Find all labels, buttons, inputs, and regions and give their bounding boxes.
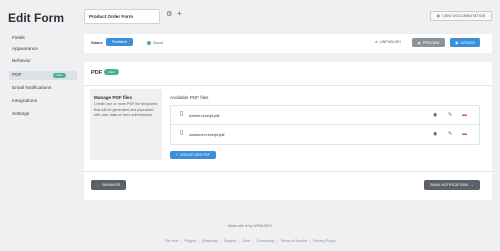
plus-icon[interactable]: +	[177, 10, 182, 18]
list-item: ▯ Admin-receipt.pdf ◉ ✎ ▬	[171, 106, 479, 125]
footer-link-privacy[interactable]: Privacy Policy	[313, 239, 335, 243]
book-icon: ▤	[436, 14, 441, 18]
saved-indicator: Saved	[147, 41, 163, 45]
sidebar-item-email-notifications[interactable]: Email Notifications	[12, 86, 51, 91]
preview-button[interactable]: ◉ PREVIEW	[412, 38, 445, 47]
manage-pdf-title: Manage PDF files	[94, 95, 133, 100]
plus-icon: +	[175, 153, 178, 157]
footer-link-roadmap[interactable]: Roadmap	[202, 239, 218, 243]
file-name: customer-receipt.pdf	[189, 132, 225, 137]
eye-icon[interactable]: ◉	[433, 112, 437, 118]
panel-divider	[84, 85, 492, 86]
sidebar-item-appearance[interactable]: Appearance	[12, 47, 38, 52]
footer-link-plugins[interactable]: Plugins	[184, 239, 196, 243]
footer-link-hub[interactable]: The Hub	[165, 239, 179, 243]
next-button[interactable]: EMAIL NOTIFICATIONS →	[424, 180, 480, 190]
sidebar-item-settings[interactable]: Settings	[12, 112, 29, 117]
view-documentation-label: VIEW DOCUMENTATION	[442, 14, 486, 18]
new-badge: New	[53, 73, 66, 78]
view-documentation-button[interactable]: ▤ VIEW DOCUMENTATION	[430, 11, 492, 21]
create-new-pdf-button[interactable]: + CREATE NEW PDF	[170, 151, 216, 159]
arrow-right-icon: →	[470, 183, 474, 187]
made-with-text: Made with ♥ by WPMUDEV	[227, 224, 273, 228]
unpublish-label: UNPUBLISH	[380, 40, 401, 44]
page-title: Edit Form	[8, 11, 64, 25]
back-button[interactable]: ← BEHAVIOR	[91, 180, 126, 190]
available-pdf-title: Available PDF files	[170, 95, 209, 100]
file-icon: ▯	[180, 111, 184, 117]
manage-pdf-description: Create one or more PDF file templates th…	[94, 102, 158, 118]
panel-footer-divider	[84, 171, 492, 172]
file-icon: ▯	[180, 130, 184, 136]
sidebar-item-integrations[interactable]: Integrations	[12, 99, 37, 104]
arrow-left-icon: ←	[96, 183, 101, 187]
eye-icon: ◉	[417, 40, 421, 45]
check-icon	[147, 41, 151, 45]
update-label: UPDATE	[460, 40, 475, 45]
status-dropdown[interactable]: Published	[106, 38, 133, 46]
form-name-field[interactable]: Product Order Form	[84, 9, 160, 24]
sidebar-item-pdf[interactable]: PDF	[12, 73, 22, 78]
next-label: EMAIL NOTIFICATIONS	[430, 183, 469, 187]
footer-link-docs[interactable]: Docs	[242, 239, 250, 243]
unpublish-button[interactable]: ⊘ UNPUBLISH	[375, 40, 401, 44]
eye-icon[interactable]: ◉	[433, 131, 437, 137]
create-new-pdf-label: CREATE NEW PDF	[179, 153, 211, 157]
save-icon: ▣	[455, 40, 459, 45]
footer-link-support[interactable]: Support	[224, 239, 237, 243]
status-label: Status	[91, 41, 103, 45]
pencil-icon[interactable]: ✎	[448, 131, 452, 137]
preview-label: PREVIEW	[422, 40, 440, 45]
update-button[interactable]: ▣ UPDATE	[450, 38, 480, 47]
gear-icon[interactable]: ⚙	[166, 11, 173, 18]
sidebar-item-behavior[interactable]: Behavior	[12, 59, 31, 64]
panel-new-badge: New	[104, 69, 119, 75]
trash-icon[interactable]: ▬	[462, 131, 467, 137]
back-label: BEHAVIOR	[102, 183, 121, 187]
sidebar-item-fields[interactable]: Fields	[12, 36, 25, 41]
footer-link-community[interactable]: Community	[256, 239, 274, 243]
unpublish-icon: ⊘	[375, 40, 379, 44]
footer-link-terms[interactable]: Terms of Service	[280, 239, 307, 243]
footer-links: The Hub | Plugins | Roadmap | Support | Docs…	[164, 239, 336, 243]
file-name: Admin-receipt.pdf	[189, 113, 220, 118]
panel-heading: PDF	[91, 70, 103, 76]
saved-label: Saved	[153, 41, 164, 45]
pencil-icon[interactable]: ✎	[448, 112, 452, 118]
list-item: ▯ customer-receipt.pdf ◉ ✎ ▬	[171, 125, 479, 144]
trash-icon[interactable]: ▬	[462, 112, 467, 118]
